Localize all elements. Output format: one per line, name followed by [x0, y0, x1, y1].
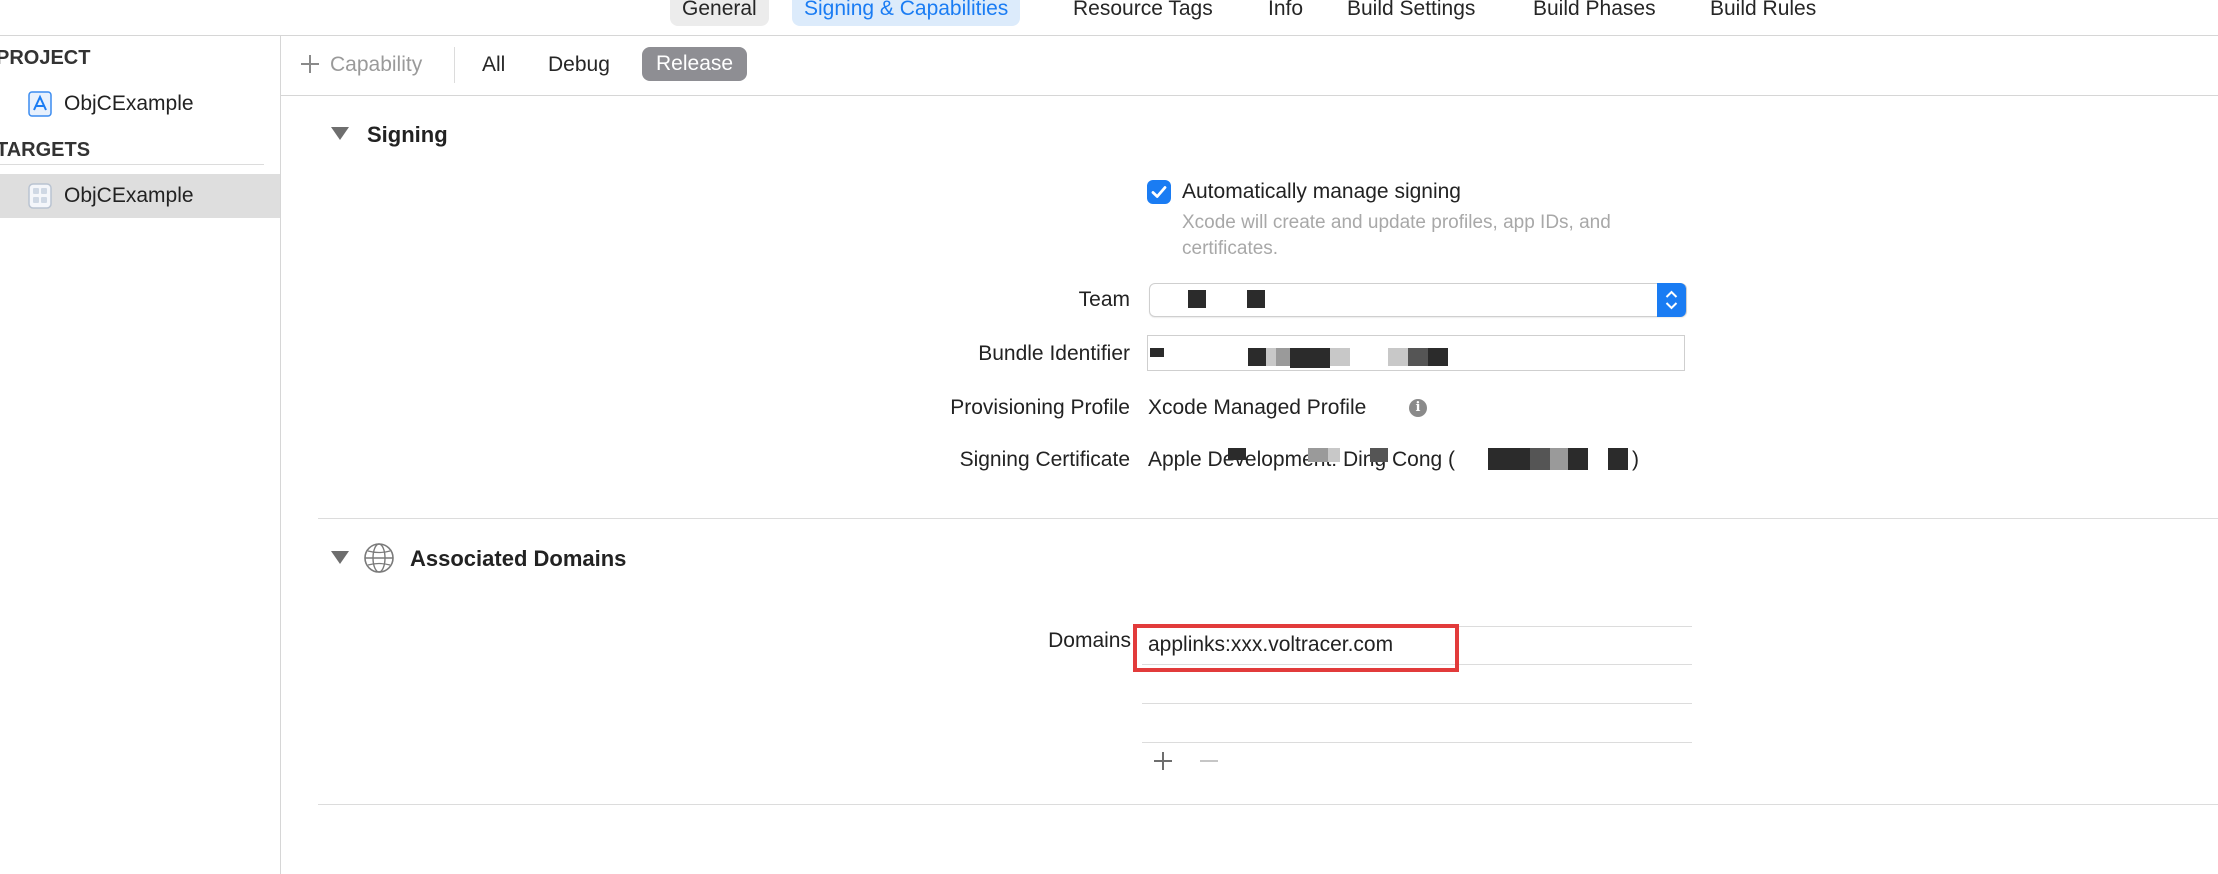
redacted-block — [1388, 348, 1408, 366]
disclosure-triangle-icon[interactable] — [331, 551, 349, 564]
tab-resource-tags[interactable]: Resource Tags — [1061, 0, 1225, 26]
auto-manage-signing-checkbox[interactable] — [1147, 180, 1171, 204]
redacted-block — [1328, 448, 1340, 462]
sidebar-item-target[interactable]: ObjCExample — [0, 174, 280, 218]
signing-certificate-value: Apple Development: Ding Cong ( ) — [1148, 448, 1648, 476]
provisioning-profile-label: Provisioning Profile — [950, 396, 1130, 419]
filter-release-button[interactable]: Release — [642, 47, 748, 81]
redacted-block — [1290, 348, 1330, 368]
team-popup-button[interactable] — [1149, 283, 1687, 317]
section-divider — [318, 518, 2218, 519]
filter-debug-button[interactable]: Debug — [548, 53, 610, 77]
info-icon[interactable]: i — [1409, 399, 1427, 417]
sidebar-divider — [0, 164, 264, 165]
tab-general[interactable]: General — [670, 0, 769, 26]
project-icon — [28, 91, 52, 117]
target-icon — [28, 183, 52, 209]
auto-manage-signing-label: Automatically manage signing — [1182, 180, 1461, 203]
redacted-block — [1608, 448, 1628, 470]
associated-domains-title: Associated Domains — [410, 546, 627, 571]
remove-domain-button[interactable] — [1195, 747, 1223, 781]
project-navigator-sidebar: PROJECT ObjCExample TARGETS ObjCExample — [0, 36, 281, 874]
plus-icon — [1149, 749, 1177, 782]
redacted-block — [1228, 448, 1246, 460]
minus-icon — [1195, 749, 1223, 782]
sidebar-item-label: ObjCExample — [64, 92, 194, 115]
tab-build-settings[interactable]: Build Settings — [1335, 0, 1487, 26]
bundle-identifier-field[interactable] — [1147, 335, 1685, 371]
redacted-block — [1370, 448, 1388, 462]
redacted-block — [1188, 290, 1206, 308]
tab-info[interactable]: Info — [1256, 0, 1315, 26]
redacted-block — [1550, 448, 1568, 470]
redacted-block — [1408, 348, 1428, 366]
popup-arrows-icon — [1657, 283, 1686, 317]
redacted-block — [1530, 448, 1550, 470]
plus-icon — [298, 52, 322, 81]
editor-tab-bar: General Signing & Capabilities Resource … — [0, 0, 2218, 36]
redacted-block — [1266, 348, 1276, 366]
domain-list-item[interactable]: applinks:xxx.voltracer.com — [1148, 633, 1393, 657]
auto-manage-signing-hint: Xcode will create and update profiles, a… — [1182, 212, 1611, 259]
redacted-block — [1150, 348, 1164, 357]
section-divider — [318, 804, 2218, 805]
redacted-block — [1248, 348, 1266, 366]
add-capability-label: Capability — [330, 53, 423, 76]
filter-all-button[interactable]: All — [482, 53, 505, 77]
table-line — [1142, 703, 1692, 704]
tab-signing-capabilities[interactable]: Signing & Capabilities — [792, 0, 1021, 26]
signing-certificate-label: Signing Certificate — [959, 448, 1130, 471]
redacted-block — [1568, 448, 1588, 470]
bundle-identifier-label: Bundle Identifier — [978, 342, 1130, 365]
checkmark-icon — [1147, 180, 1171, 204]
filter-divider — [454, 47, 455, 83]
provisioning-profile-value: Xcode Managed Profile — [1148, 396, 1367, 419]
redacted-block — [1330, 348, 1350, 366]
sidebar-item-label: ObjCExample — [64, 184, 194, 207]
capability-filter-bar: Capability All Debug Release — [281, 36, 2218, 96]
targets-section-header: TARGETS — [0, 139, 91, 161]
redacted-block — [1308, 448, 1328, 462]
add-domain-button[interactable] — [1149, 747, 1177, 781]
redacted-block — [1428, 348, 1448, 366]
redacted-block — [1247, 290, 1265, 308]
domains-label: Domains — [1048, 629, 1131, 652]
tab-build-rules[interactable]: Build Rules — [1698, 0, 1828, 26]
redacted-block — [1276, 348, 1290, 366]
signing-certificate-text: Apple Development: Ding Cong ( — [1148, 448, 1456, 471]
globe-icon — [363, 542, 395, 579]
tab-build-phases[interactable]: Build Phases — [1521, 0, 1668, 26]
sidebar-item-project[interactable]: ObjCExample — [0, 82, 280, 126]
redacted-block — [1488, 448, 1530, 470]
signing-section-title: Signing — [367, 122, 448, 147]
team-label: Team — [1078, 288, 1130, 311]
table-line — [1142, 742, 1692, 743]
project-section-header: PROJECT — [0, 47, 91, 69]
signing-certificate-suffix: ) — [1632, 448, 1639, 471]
disclosure-triangle-icon[interactable] — [331, 127, 349, 140]
